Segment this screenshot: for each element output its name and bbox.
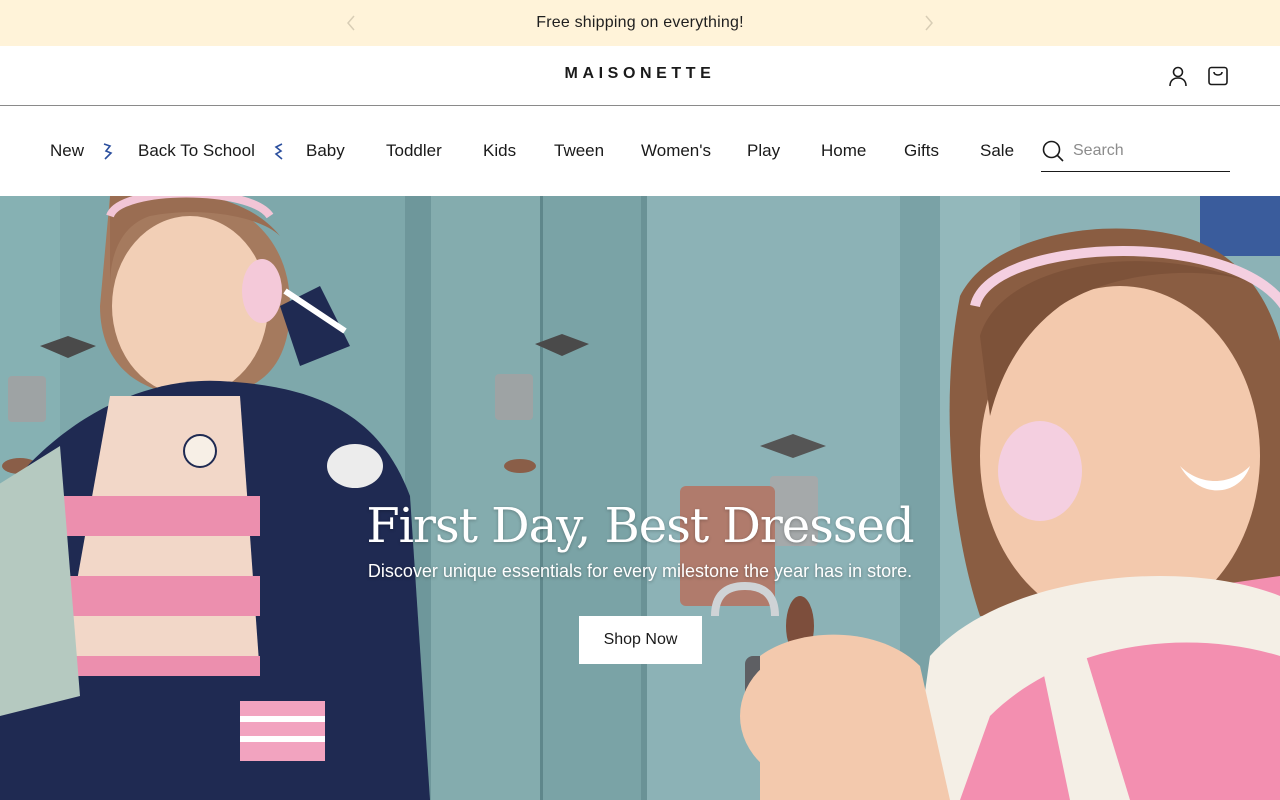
- search-icon[interactable]: [1041, 139, 1065, 163]
- nav-item-tween[interactable]: Tween: [554, 141, 604, 161]
- nav-item-back-to-school[interactable]: Back To School: [138, 141, 255, 161]
- search-input[interactable]: [1073, 139, 1223, 163]
- main-nav: New Back To School Baby Toddler Kids Twe…: [0, 107, 1280, 196]
- announcement-bar: Free shipping on everything!: [0, 0, 1280, 46]
- account-icon[interactable]: [1166, 64, 1190, 88]
- nav-item-new[interactable]: New: [50, 141, 84, 161]
- nav-item-womens[interactable]: Women's: [641, 141, 711, 161]
- cart-icon[interactable]: [1206, 64, 1230, 88]
- hero-banner: First Day, Best Dressed Discover unique …: [0, 196, 1280, 800]
- search-box: [1041, 133, 1230, 172]
- nav-item-kids[interactable]: Kids: [483, 141, 516, 161]
- nav-item-toddler[interactable]: Toddler: [386, 141, 442, 161]
- squiggle-decoration-icon: [273, 141, 285, 163]
- chevron-right-icon[interactable]: [918, 12, 940, 34]
- announcement-text: Free shipping on everything!: [536, 14, 744, 31]
- hero-subtitle: Discover unique essentials for every mil…: [367, 561, 913, 581]
- nav-item-gifts[interactable]: Gifts: [904, 141, 939, 161]
- shop-now-button[interactable]: Shop Now: [579, 616, 702, 664]
- chevron-left-icon[interactable]: [340, 12, 362, 34]
- nav-item-sale[interactable]: Sale: [980, 141, 1014, 161]
- nav-item-play[interactable]: Play: [747, 141, 780, 161]
- nav-item-baby[interactable]: Baby: [306, 141, 345, 161]
- site-header: MAISONETTE: [0, 46, 1280, 106]
- hero-title: First Day, Best Dressed: [366, 498, 914, 554]
- nav-item-home[interactable]: Home: [821, 141, 866, 161]
- squiggle-decoration-icon: [102, 141, 114, 163]
- site-logo[interactable]: MAISONETTE: [540, 65, 740, 83]
